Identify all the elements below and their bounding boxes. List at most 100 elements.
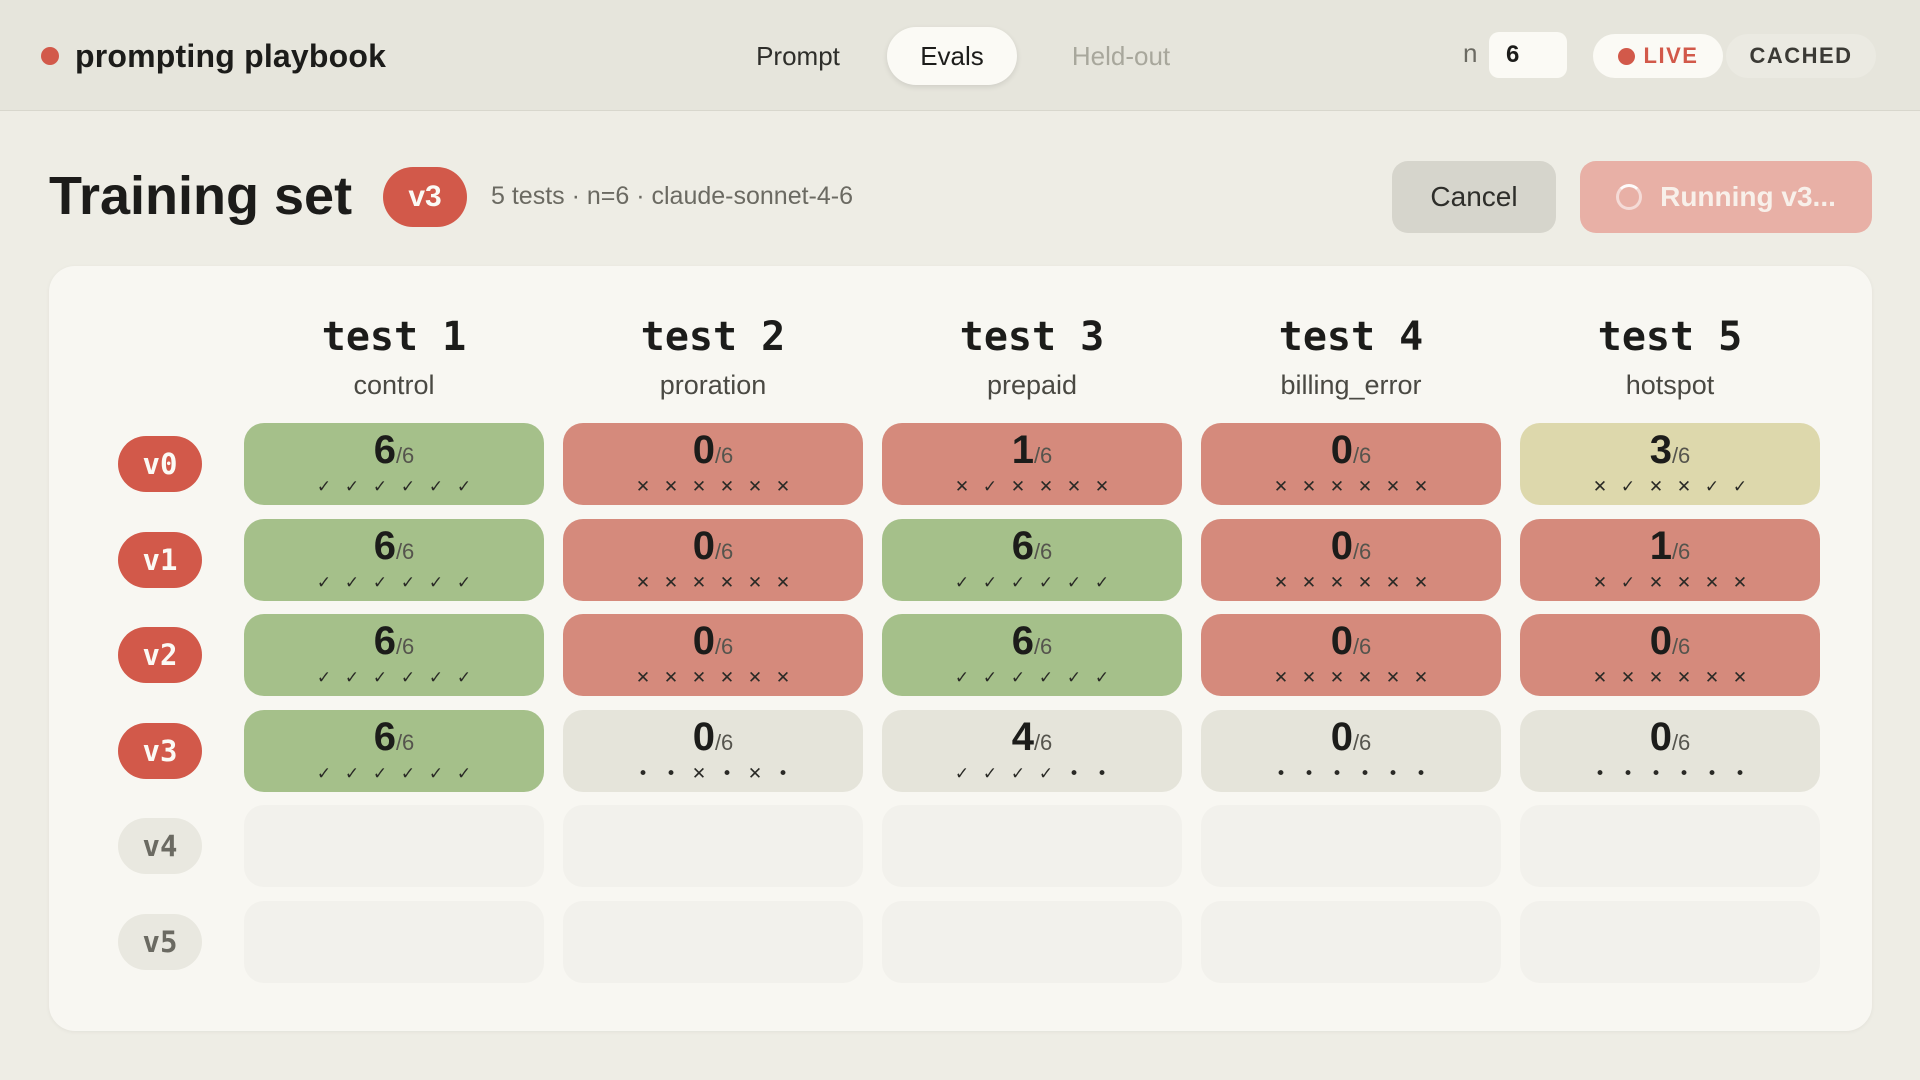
live-label: LIVE [1643,43,1699,68]
score: 0/6 [563,426,863,474]
brand[interactable]: prompting playbook [41,36,386,76]
trial-mark: ✕ [691,573,707,593]
column-subtitle: proration [659,370,767,400]
trial-mark: ✓ [1066,573,1082,593]
result-cell[interactable]: 0/6 ✕ ✕ ✕ ✕ ✕ ✕ [1201,519,1501,601]
cancel-button[interactable]: Cancel [1392,161,1556,233]
result-cell[interactable]: 0/6 ✕ ✕ ✕ ✕ ✕ ✕ [563,614,863,696]
trial-mark: ✓ [1010,764,1026,784]
result-cell[interactable]: 6/6 ✓ ✓ ✓ ✓ ✓ ✓ [882,519,1182,601]
row-version-badge[interactable]: v4 [118,818,202,874]
score-value: 0 [1649,715,1672,759]
score-total: /6 [714,634,734,659]
result-cell[interactable]: 6/6 ✓ ✓ ✓ ✓ ✓ ✓ [244,423,544,505]
page-title: Training set [49,166,353,226]
cancel-label: Cancel [1430,181,1518,212]
column-title: test 3 [959,314,1105,360]
column-header: test 3 prepaid [882,312,1182,401]
row-version-badge[interactable]: v5 [118,914,202,970]
result-cell[interactable]: 1/6 ✕ ✓ ✕ ✕ ✕ ✕ [1520,519,1820,601]
row-version-badge[interactable]: v1 [118,532,202,588]
row-version-badge[interactable]: v2 [118,627,202,683]
trial-mark: ✓ [372,477,388,497]
trial-mark: ✓ [982,477,998,497]
score: 0/6 [1520,713,1820,761]
trial-mark: ✕ [1094,477,1110,497]
trial-marks: ✕ ✓ ✕ ✕ ✓ ✓ [1520,475,1820,499]
score: 0/6 [1201,617,1501,665]
result-cell[interactable]: 0/6 • • • • • • [1520,710,1820,792]
score-total: /6 [1352,730,1372,755]
trial-mark: ✓ [316,668,332,688]
column-subtitle: billing_error [1280,370,1422,400]
score: 6/6 [244,617,544,665]
trial-mark: • [1734,764,1746,784]
run-button[interactable]: Running v3... [1580,161,1872,233]
score: 6/6 [882,617,1182,665]
trial-mark: ✓ [1038,764,1054,784]
trial-marks: ✕ ✓ ✕ ✕ ✕ ✕ [1520,571,1820,595]
trial-mark: ✓ [982,668,998,688]
trial-mark: ✕ [1385,573,1401,593]
live-toggle[interactable]: LIVE [1593,34,1723,78]
trial-mark: ✓ [344,477,360,497]
result-cell[interactable]: 6/6 ✓ ✓ ✓ ✓ ✓ ✓ [244,614,544,696]
tab-evals[interactable]: Evals [887,27,1017,85]
result-cell[interactable]: 0/6 ✕ ✕ ✕ ✕ ✕ ✕ [1201,423,1501,505]
top-bar: prompting playbook Prompt Evals Held-out… [0,0,1920,111]
trial-mark: • [1594,764,1606,784]
result-cell[interactable]: 6/6 ✓ ✓ ✓ ✓ ✓ ✓ [244,710,544,792]
n-input[interactable] [1489,32,1567,78]
column-title: test 4 [1278,314,1424,360]
trial-marks: ✕ ✕ ✕ ✕ ✕ ✕ [1201,475,1501,499]
score-value: 1 [1649,524,1672,568]
result-cell[interactable]: 0/6 • • • • • • [1201,710,1501,792]
trial-mark: ✓ [316,477,332,497]
trial-mark: ✕ [1329,668,1345,688]
score: 0/6 [1201,713,1501,761]
score-total: /6 [1352,634,1372,659]
trial-mark: ✓ [1010,573,1026,593]
trial-mark: ✕ [954,477,970,497]
trial-mark: ✓ [1038,668,1054,688]
column-header: test 4 billing_error [1201,312,1501,401]
result-cell[interactable]: 1/6 ✕ ✓ ✕ ✕ ✕ ✕ [882,423,1182,505]
trial-mark: ✓ [1094,573,1110,593]
trial-marks: ✓ ✓ ✓ ✓ ✓ ✓ [244,666,544,690]
trial-mark: ✕ [1648,477,1664,497]
result-cell[interactable]: 6/6 ✓ ✓ ✓ ✓ ✓ ✓ [882,614,1182,696]
score-total: /6 [714,730,734,755]
result-cell[interactable]: 4/6 ✓ ✓ ✓ ✓ • • [882,710,1182,792]
score-value: 6 [373,428,396,472]
result-cell[interactable]: 6/6 ✓ ✓ ✓ ✓ ✓ ✓ [244,519,544,601]
trial-marks: • • ✕ • ✕ • [563,762,863,786]
trial-mark: • [1415,764,1427,784]
result-cell [1520,901,1820,983]
trial-mark: • [1275,764,1287,784]
score-value: 6 [373,524,396,568]
row-version-badge[interactable]: v0 [118,436,202,492]
result-cell[interactable]: 0/6 • • ✕ • ✕ • [563,710,863,792]
cached-toggle[interactable]: CACHED [1726,34,1876,78]
trial-mark: ✕ [1732,573,1748,593]
result-cell[interactable]: 0/6 ✕ ✕ ✕ ✕ ✕ ✕ [563,423,863,505]
trial-mark: ✓ [372,668,388,688]
trial-marks: ✕ ✕ ✕ ✕ ✕ ✕ [1520,666,1820,690]
results-grid: test 1 control test 2 proration test 3 prepai… [49,266,1872,1031]
tab-prompt[interactable]: Prompt [729,27,867,85]
score-total: /6 [1352,539,1372,564]
result-cell[interactable]: 0/6 ✕ ✕ ✕ ✕ ✕ ✕ [1520,614,1820,696]
score-total: /6 [395,539,415,564]
trial-mark: ✓ [1732,477,1748,497]
result-cell[interactable]: 3/6 ✕ ✓ ✕ ✕ ✓ ✓ [1520,423,1820,505]
result-cell[interactable]: 0/6 ✕ ✕ ✕ ✕ ✕ ✕ [563,519,863,601]
trial-mark: ✓ [400,764,416,784]
trial-mark: ✕ [1592,668,1608,688]
trial-mark: ✓ [1620,573,1636,593]
score-total: /6 [1671,443,1691,468]
score: 6/6 [244,426,544,474]
row-version-badge[interactable]: v3 [118,723,202,779]
trial-mark: ✕ [1413,573,1429,593]
trial-mark: ✕ [1704,668,1720,688]
result-cell[interactable]: 0/6 ✕ ✕ ✕ ✕ ✕ ✕ [1201,614,1501,696]
